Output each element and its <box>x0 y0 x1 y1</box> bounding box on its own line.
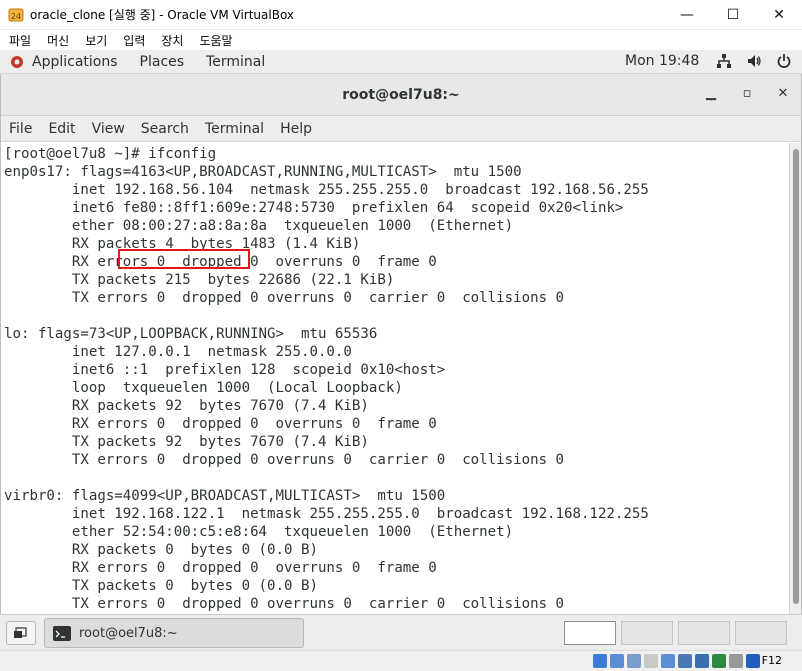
vbox-window-title: oracle_clone [실행 중] - Oracle VM VirtualB… <box>30 8 295 22</box>
ip-highlight-box <box>118 249 250 269</box>
virtualbox-icon: 24 <box>8 7 24 23</box>
places-menu[interactable]: Places <box>140 54 185 70</box>
workspace-2[interactable] <box>621 621 673 645</box>
minimize-button[interactable]: — <box>664 0 710 30</box>
power-icon[interactable] <box>776 53 792 69</box>
terminal-line: virbr0: flags=4099<UP,BROADCAST,MULTICAS… <box>4 488 446 504</box>
hard-disk-icon[interactable] <box>593 654 607 668</box>
terminal-window: root@oel7u8:~ ▁ ▫ ✕ File Edit View Searc… <box>0 74 802 614</box>
workspace-1[interactable] <box>564 621 616 645</box>
terminal-line: TX packets 215 bytes 22686 (22.1 KiB) <box>4 272 395 288</box>
terminal-menu-file[interactable]: File <box>1 121 40 137</box>
terminal-line: RX packets 92 bytes 7670 (7.4 KiB) <box>4 398 369 414</box>
audio-icon[interactable] <box>627 654 641 668</box>
mouse-integration-icon[interactable] <box>746 654 760 668</box>
terminal-scrollbar[interactable] <box>789 143 801 614</box>
terminal-minimize-button[interactable]: ▁ <box>703 86 719 102</box>
terminal-line: TX errors 0 dropped 0 overruns 0 carrier… <box>4 452 565 468</box>
terminal-line: RX errors 0 dropped 0 overruns 0 frame 0 <box>4 416 437 432</box>
cpu-icon[interactable] <box>729 654 743 668</box>
vbox-titlebar: 24 oracle_clone [실행 중] - Oracle VM Virtu… <box>0 0 802 30</box>
terminal-line: TX packets 0 bytes 0 (0.0 B) <box>4 578 318 594</box>
terminal-line: lo: flags=73<UP,LOOPBACK,RUNNING> mtu 65… <box>4 326 378 342</box>
terminal-close-button[interactable]: ✕ <box>775 86 791 102</box>
terminal-menu-view[interactable]: View <box>84 121 133 137</box>
menu-view[interactable]: 보기 <box>78 32 114 49</box>
terminal-line: RX errors 0 dropped 0 overruns 0 frame 0 <box>4 560 437 576</box>
terminal-menu-terminal[interactable]: Terminal <box>197 121 272 137</box>
vbox-statusbar: F12 <box>0 650 802 671</box>
recording-icon[interactable] <box>712 654 726 668</box>
display-icon[interactable] <box>695 654 709 668</box>
terminal-menu-help[interactable]: Help <box>272 121 320 137</box>
workspace-4[interactable] <box>735 621 787 645</box>
terminal-line: inet6 fe80::8ff1:609e:2748:5730 prefixle… <box>4 200 624 216</box>
host-key-label: F12 <box>761 654 782 667</box>
terminal-line: enp0s17: flags=4163<UP,BROADCAST,RUNNING… <box>4 164 522 180</box>
gnome-top-bar: Applications Places Terminal Mon 19:48 <box>0 50 802 74</box>
terminal-line: ether 08:00:27:a8:8a:8a txqueuelen 1000 … <box>4 218 514 234</box>
optical-drive-icon[interactable] <box>610 654 624 668</box>
close-button[interactable]: ✕ <box>756 0 802 30</box>
terminal-line: TX packets 92 bytes 7670 (7.4 KiB) <box>4 434 369 450</box>
menu-help[interactable]: 도움말 <box>192 32 239 49</box>
maximize-button[interactable]: ☐ <box>710 0 756 30</box>
terminal-maximize-button[interactable]: ▫ <box>739 86 755 102</box>
usb-icon[interactable] <box>661 654 675 668</box>
shared-folders-icon[interactable] <box>678 654 692 668</box>
scrollbar-thumb[interactable] <box>793 149 799 604</box>
terminal-line: ether 52:54:00:c5:e8:64 txqueuelen 1000 … <box>4 524 514 540</box>
gnome-bottom-panel: root@oel7u8:~ <box>0 614 802 650</box>
volume-icon[interactable] <box>746 53 762 69</box>
taskbar-terminal-button[interactable]: root@oel7u8:~ <box>44 618 304 648</box>
applications-menu[interactable]: Applications <box>32 54 118 70</box>
terminal-line: RX packets 0 bytes 0 (0.0 B) <box>4 542 318 558</box>
menu-file[interactable]: 파일 <box>2 32 38 49</box>
terminal-line: TX errors 0 dropped 0 overruns 0 carrier… <box>4 290 565 306</box>
terminal-line: inet6 ::1 prefixlen 128 scopeid 0x10<hos… <box>4 362 446 378</box>
terminal-menubar: File Edit View Search Terminal Help <box>1 116 801 142</box>
terminal-menu-edit[interactable]: Edit <box>40 121 83 137</box>
terminal-line: loop txqueuelen 1000 (Local Loopback) <box>4 380 403 396</box>
terminal-menu-search[interactable]: Search <box>133 121 197 137</box>
taskbar-terminal-label: root@oel7u8:~ <box>79 625 178 641</box>
menu-input[interactable]: 입력 <box>116 32 152 49</box>
menu-devices[interactable]: 장치 <box>154 32 190 49</box>
show-desktop-button[interactable] <box>6 621 36 645</box>
terminal-lines: [root@oel7u8 ~]# ifconfig enp0s17: flags=… <box>1 143 790 613</box>
workspace-3[interactable] <box>678 621 730 645</box>
terminal-icon <box>53 626 71 641</box>
applications-icon <box>10 55 24 69</box>
terminal-titlebar[interactable]: root@oel7u8:~ ▁ ▫ ✕ <box>1 74 801 116</box>
terminal-line: [root@oel7u8 ~]# ifconfig <box>4 146 217 162</box>
network-icon[interactable] <box>716 53 732 69</box>
terminal-title: root@oel7u8:~ <box>342 86 460 103</box>
terminal-line: TX errors 0 dropped 0 overruns 0 carrier… <box>4 596 565 612</box>
terminal-output[interactable]: [root@oel7u8 ~]# ifconfig enp0s17: flags=… <box>1 143 790 614</box>
terminal-line: inet 192.168.122.1 netmask 255.255.255.0… <box>4 506 649 522</box>
menu-machine[interactable]: 머신 <box>40 32 76 49</box>
terminal-line: inet 127.0.0.1 netmask 255.0.0.0 <box>4 344 352 360</box>
network-adapter-icon[interactable] <box>644 654 658 668</box>
svg-text:24: 24 <box>11 12 21 21</box>
terminal-app-menu[interactable]: Terminal <box>206 54 265 70</box>
terminal-line: inet 192.168.56.104 netmask 255.255.255.… <box>4 182 649 198</box>
vbox-menubar: 파일 머신 보기 입력 장치 도움말 <box>0 30 802 50</box>
clock[interactable]: Mon 19:48 <box>625 53 699 69</box>
